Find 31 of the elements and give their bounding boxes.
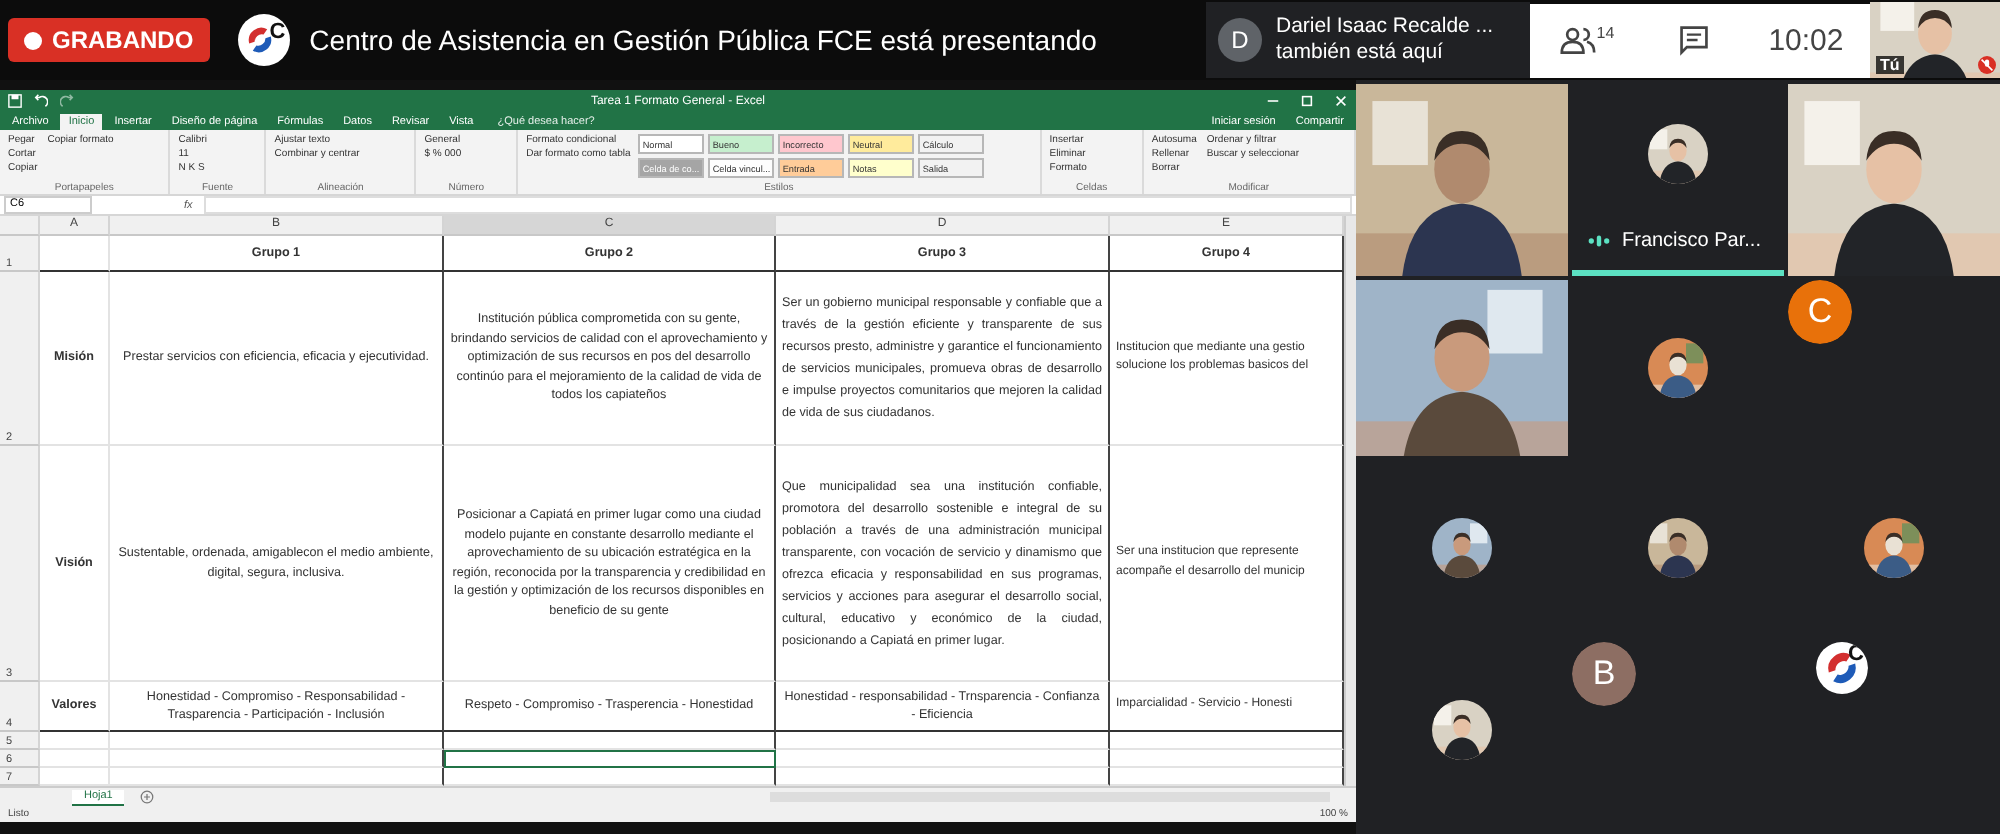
presenting-message: Centro de Asistencia en Gestión Pública FCE está presentando	[309, 24, 1097, 56]
record-icon	[24, 31, 42, 49]
maximize-icon[interactable]	[1300, 94, 1314, 108]
table-cell[interactable]	[110, 750, 444, 768]
save-icon[interactable]	[8, 94, 22, 108]
table-cell[interactable]	[444, 750, 776, 768]
people-button[interactable]: 14	[1556, 20, 1619, 60]
join-message: también está aquí	[1276, 40, 1445, 66]
recording-label: GRABANDO	[52, 26, 194, 54]
formula-field[interactable]	[204, 196, 1352, 214]
table-cell[interactable]	[776, 732, 1110, 750]
presenter-logo: C	[237, 14, 290, 66]
participant-avatar: D	[1218, 18, 1262, 62]
table-cell[interactable]	[776, 750, 1110, 768]
table-cell[interactable]	[1110, 750, 1344, 768]
participant-name: Dariel Isaac Recalde ...	[1276, 14, 1494, 40]
table-cell[interactable]	[444, 732, 776, 750]
scrollbar[interactable]	[1344, 216, 1356, 786]
table-cell[interactable]	[1110, 732, 1344, 750]
table-cell[interactable]	[110, 732, 444, 750]
self-label: Tú	[1876, 56, 1904, 74]
initial-avatar: B	[1572, 641, 1636, 706]
participant-name: Francisco Par...	[1622, 230, 1761, 252]
redo-icon[interactable]	[60, 94, 74, 108]
minimize-icon[interactable]	[1266, 94, 1280, 108]
select-all-corner[interactable]	[0, 216, 40, 236]
add-sheet-icon[interactable]	[140, 790, 155, 804]
clock: 10:02	[1768, 23, 1844, 57]
undo-icon[interactable]	[34, 94, 48, 108]
initial-avatar: C	[1788, 280, 1852, 344]
close-icon[interactable]	[1334, 94, 1348, 108]
